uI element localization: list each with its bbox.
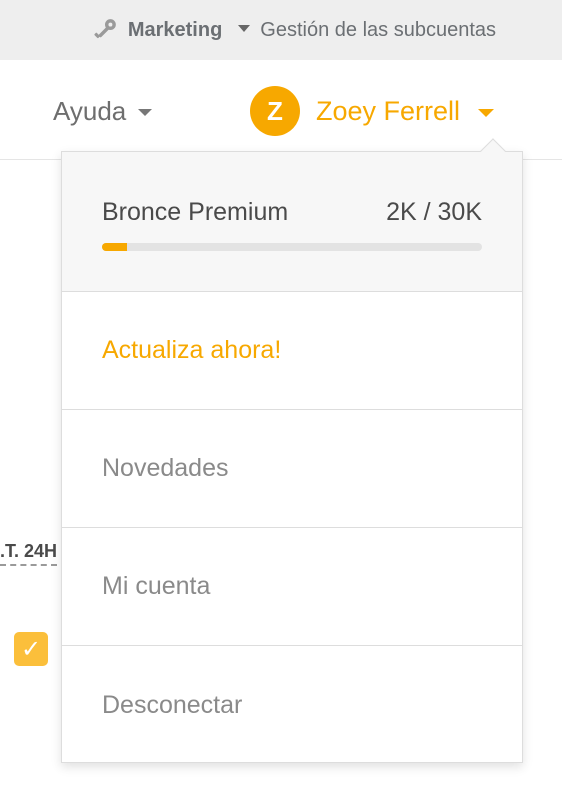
- avatar: Z: [250, 86, 300, 136]
- chevron-down-icon: [478, 109, 495, 117]
- key-icon: [94, 19, 116, 39]
- logout-item[interactable]: Desconectar: [62, 646, 522, 764]
- plan-summary: Bronce Premium 2K / 30K: [62, 152, 522, 292]
- plan-usage-progress: [102, 243, 482, 251]
- subaccounts-link[interactable]: Gestión de las subcuentas: [260, 19, 496, 42]
- checkbox[interactable]: ✓: [14, 632, 48, 666]
- top-account-bar: Marketing Gestión de las subcuentas: [0, 0, 562, 60]
- upgrade-now-item[interactable]: Actualiza ahora!: [62, 292, 522, 410]
- user-name: Zoey Ferrell: [316, 95, 461, 126]
- chevron-down-icon[interactable]: [238, 24, 251, 32]
- my-account-item[interactable]: Mi cuenta: [62, 528, 522, 646]
- account-switcher[interactable]: Marketing: [128, 19, 222, 42]
- chevron-down-icon: [138, 109, 153, 116]
- user-menu[interactable]: Z Zoey Ferrell: [250, 86, 495, 136]
- help-menu[interactable]: Ayuda: [53, 96, 153, 127]
- main-header: Ayuda Z Zoey Ferrell: [0, 60, 562, 160]
- background-partial-label: .T. 24H: [0, 541, 58, 566]
- help-label: Ayuda: [53, 96, 127, 126]
- news-item[interactable]: Novedades: [62, 410, 522, 528]
- avatar-initial: Z: [267, 95, 283, 126]
- user-dropdown-menu: Bronce Premium 2K / 30K Actualiza ahora!…: [61, 138, 523, 764]
- plan-name: Bronce Premium: [102, 198, 289, 226]
- check-icon: ✓: [20, 635, 42, 663]
- plan-usage: 2K / 30K: [386, 198, 482, 226]
- plan-usage-progress-fill: [102, 243, 128, 251]
